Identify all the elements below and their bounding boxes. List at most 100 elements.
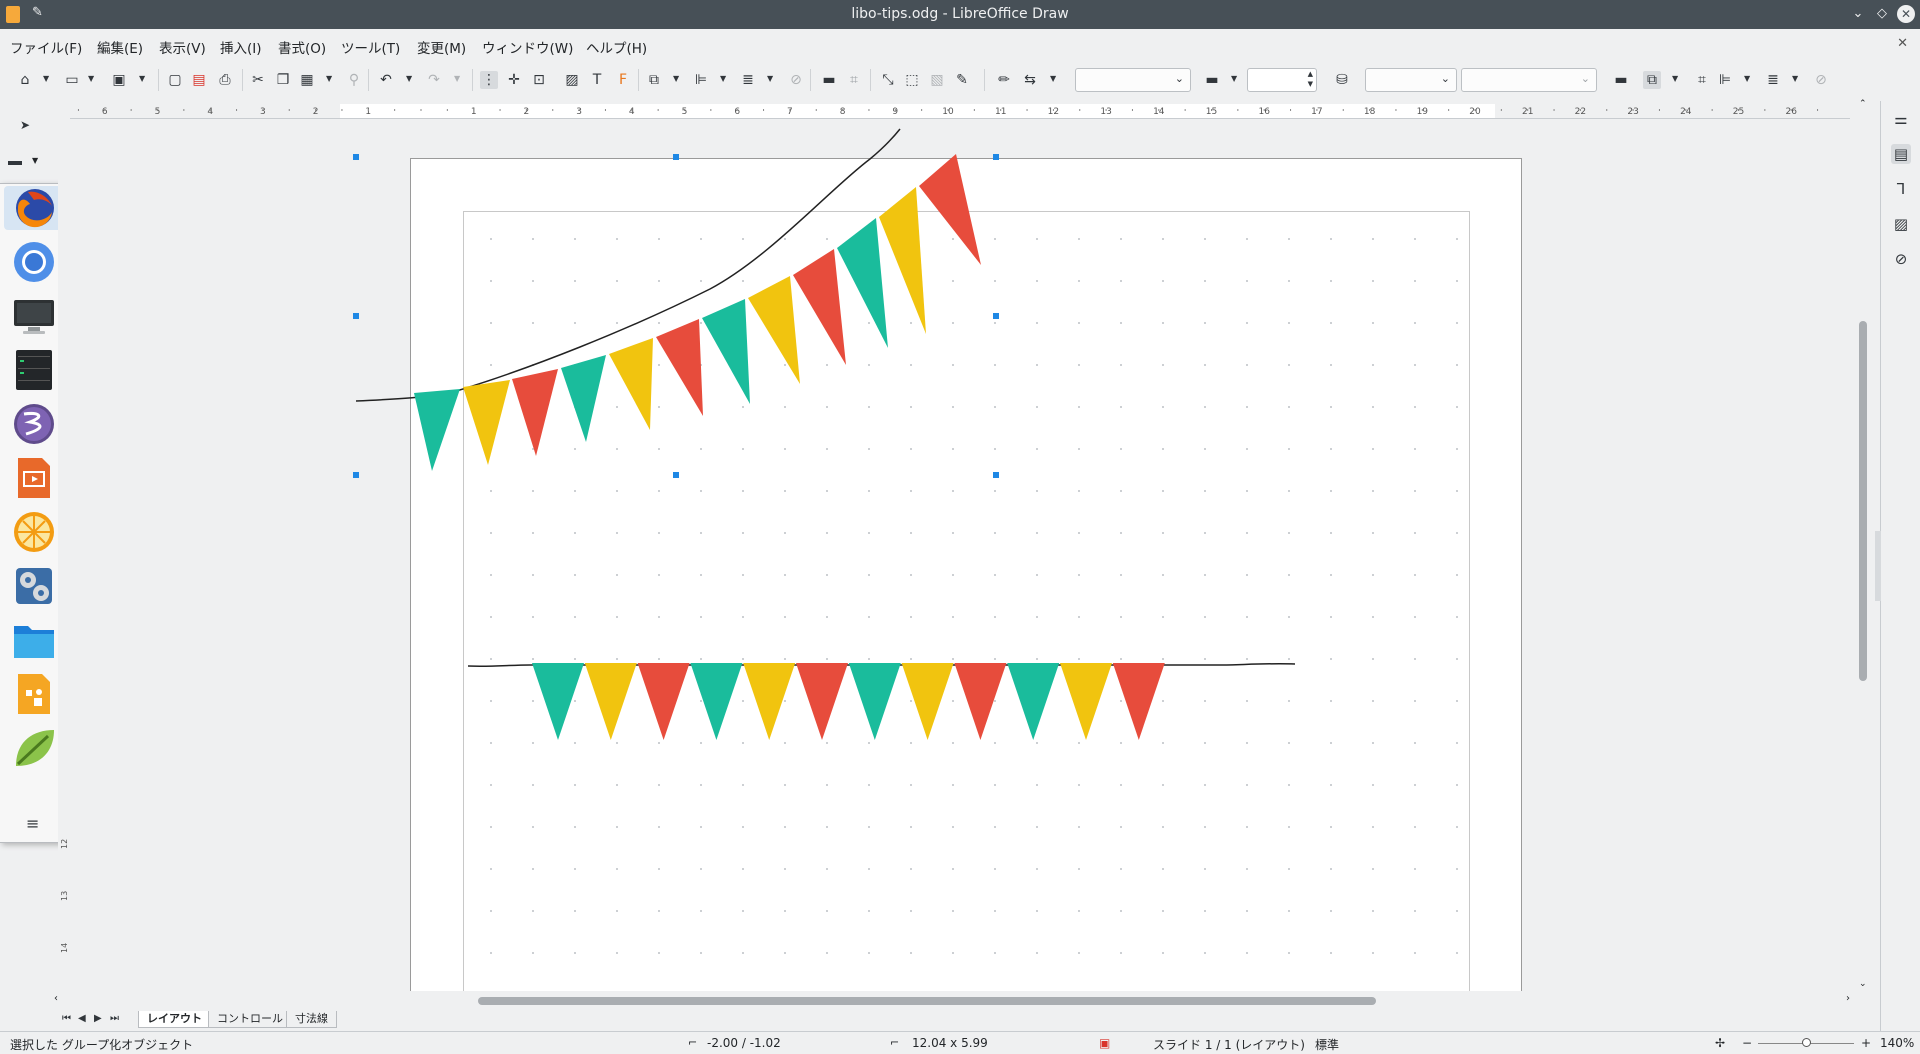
align-objects-icon[interactable]: ⊫ — [692, 71, 710, 89]
hamburger-menu-icon[interactable]: ≡ — [26, 814, 39, 833]
page-style[interactable]: 標準 — [1315, 1036, 1339, 1053]
scroll-down-icon[interactable]: ⌄ — [1859, 979, 1867, 989]
paste-dropdown-icon[interactable]: ▼ — [326, 74, 332, 83]
menu-edit[interactable]: 編集(E) — [97, 37, 143, 57]
menu-insert[interactable]: 挿入(I) — [220, 37, 262, 57]
position-value[interactable]: -2.00 / -1.02 — [707, 1036, 781, 1050]
redo-dropdown-icon[interactable]: ▼ — [454, 74, 460, 83]
scroll-right-icon[interactable]: › — [1846, 993, 1850, 1004]
draw-function-icon[interactable]: ✎ — [953, 71, 971, 89]
first-tab-icon[interactable]: ⏮ — [62, 1013, 71, 1024]
clone-formatting-icon[interactable]: ⚲ — [345, 71, 363, 89]
size-value[interactable]: 12.04 x 5.99 — [912, 1036, 988, 1050]
align-dropdown-icon[interactable]: ▼ — [720, 74, 726, 83]
scroll-left-icon[interactable]: ‹ — [54, 993, 58, 1004]
line-arrow-style-icon[interactable]: ⇆ — [1021, 71, 1039, 89]
bunting-group[interactable] — [70, 119, 1860, 991]
print-icon[interactable]: ⎙ — [216, 71, 234, 89]
document-modified-icon[interactable]: ▣ — [1099, 1036, 1110, 1050]
prev-tab-icon[interactable]: ◀ — [78, 1013, 86, 1024]
dock-item-settings[interactable] — [12, 564, 56, 608]
fontwork-icon[interactable]: F — [614, 71, 632, 89]
page-panel-icon[interactable]: ▤ — [1891, 144, 1911, 164]
arrange-icon[interactable]: ≣ — [739, 71, 757, 89]
scroll-up-icon[interactable]: ⌃ — [1859, 99, 1867, 109]
tab-dimension-lines[interactable]: 寸法線 — [286, 1011, 337, 1028]
zoom-in-icon[interactable]: + — [1861, 1036, 1871, 1050]
zoom-pan-icon[interactable]: ⊡ — [530, 71, 548, 89]
grid-icon[interactable]: ⋮ — [480, 71, 498, 89]
area-fill-combo[interactable]: ⌄ — [1461, 68, 1597, 92]
redo-icon[interactable]: ↷ — [425, 71, 443, 89]
spin-down-icon[interactable]: ▼ — [1308, 80, 1313, 88]
menu-view[interactable]: 表示(V) — [159, 37, 206, 57]
zoom-level[interactable]: 140% — [1880, 1036, 1914, 1050]
fit-to-window-icon[interactable]: ✢ — [1715, 1036, 1725, 1050]
maximize-icon[interactable]: ◇ — [1873, 5, 1891, 23]
horizontal-scroll-thumb[interactable] — [478, 997, 1376, 1005]
area-style-combo[interactable]: ⌄ — [1365, 68, 1457, 92]
dock-item-files[interactable] — [12, 618, 56, 662]
copy-icon[interactable]: ❐ — [274, 71, 292, 89]
dock-item-emacs[interactable] — [12, 402, 56, 446]
properties-icon[interactable]: ⚌ — [1891, 109, 1911, 129]
dock-item-terminal[interactable] — [12, 348, 56, 392]
line-tool-icon[interactable] — [8, 155, 22, 165]
export-pdf-icon[interactable]: ▤ — [190, 71, 208, 89]
horizontal-ruler[interactable]: 6 5 4 3 2 1 1 2 3 4 5 6 7 8 9 10 11 12 13 14 15 16 17 18 19 20 21 2… — [70, 101, 1850, 119]
points-icon[interactable]: ⬚ — [903, 71, 921, 89]
insert-textbox-icon[interactable]: T — [588, 71, 606, 89]
gallery-icon[interactable]: ▨ — [1891, 214, 1911, 234]
dock-item-firefox[interactable] — [4, 186, 66, 230]
menu-modify[interactable]: 変更(M) — [417, 37, 466, 57]
transformations-dropdown-icon[interactable]: ▼ — [673, 74, 679, 83]
sidebar-collapse-handle[interactable] — [1875, 531, 1881, 601]
menu-help[interactable]: ヘルプ(H) — [586, 37, 647, 57]
tab-layout[interactable]: レイアウト — [138, 1011, 211, 1028]
line-width-icon[interactable]: ▬ — [1203, 71, 1221, 89]
shadow-toggle-icon[interactable]: ▬ — [1612, 71, 1630, 89]
open-dropdown-icon[interactable]: ▼ — [88, 74, 94, 83]
paste-icon[interactable]: ▦ — [298, 71, 316, 89]
line-tool-dropdown-icon[interactable]: ▼ — [32, 156, 38, 165]
transform-icon[interactable]: ⤡ — [879, 71, 897, 89]
crop-icon[interactable]: ⌗ — [845, 71, 863, 89]
next-tab-icon[interactable]: ▶ — [94, 1013, 102, 1024]
close-icon[interactable]: ✕ — [1897, 5, 1915, 23]
dock-item-impress[interactable] — [12, 456, 56, 500]
vertical-scrollbar[interactable]: ⌃ ⌄ — [1858, 99, 1868, 991]
line-style-combo[interactable]: ⌄ — [1075, 68, 1191, 92]
line-color-icon[interactable]: ✏ — [995, 71, 1013, 89]
cut-icon[interactable]: ✂ — [249, 71, 267, 89]
drawing-canvas[interactable] — [70, 119, 1860, 991]
align-icon[interactable]: ⊫ — [1716, 71, 1734, 89]
menu-format[interactable]: 書式(O) — [278, 37, 326, 57]
dock-item-editor[interactable] — [12, 726, 56, 770]
navigator-icon[interactable]: ⊘ — [1891, 249, 1911, 269]
transformations-icon[interactable]: ⧉ — [645, 71, 663, 89]
new-document-icon[interactable]: ⌂ — [16, 71, 34, 89]
arrange-dropdown-icon[interactable]: ▼ — [767, 74, 773, 83]
insert-image-icon[interactable]: ▨ — [563, 71, 581, 89]
save-icon[interactable]: ▣ — [110, 71, 128, 89]
menu-tools[interactable]: ツール(T) — [341, 37, 400, 57]
glue-points-icon[interactable]: ▧ — [928, 71, 946, 89]
undo-icon[interactable]: ↶ — [377, 71, 395, 89]
spin-up-icon[interactable]: ▲ — [1308, 70, 1313, 78]
zoom-slider-knob[interactable] — [1802, 1038, 1811, 1047]
distribute2-icon[interactable]: ⊘ — [1812, 71, 1830, 89]
crop-image-icon[interactable]: ⌗ — [1693, 71, 1711, 89]
export-icon[interactable]: ▢ — [166, 71, 184, 89]
menu-file[interactable]: ファイル(F) — [10, 37, 82, 57]
close-document-icon[interactable]: ✕ — [1897, 36, 1908, 51]
dock-item-citrus[interactable] — [12, 510, 56, 554]
zoom-out-icon[interactable]: − — [1742, 1036, 1752, 1050]
styles-icon[interactable]: Ꞁ — [1891, 179, 1911, 199]
dock-item-display[interactable] — [12, 294, 56, 338]
helplines-icon[interactable]: ✛ — [505, 71, 523, 89]
align2-dropdown-icon[interactable]: ▼ — [1744, 74, 1750, 83]
distribute-icon[interactable]: ⊘ — [787, 71, 805, 89]
tab-controls[interactable]: コントロール — [208, 1011, 292, 1028]
line-width-dropdown-icon[interactable]: ▼ — [1231, 74, 1237, 83]
save-dropdown-icon[interactable]: ▼ — [139, 74, 145, 83]
